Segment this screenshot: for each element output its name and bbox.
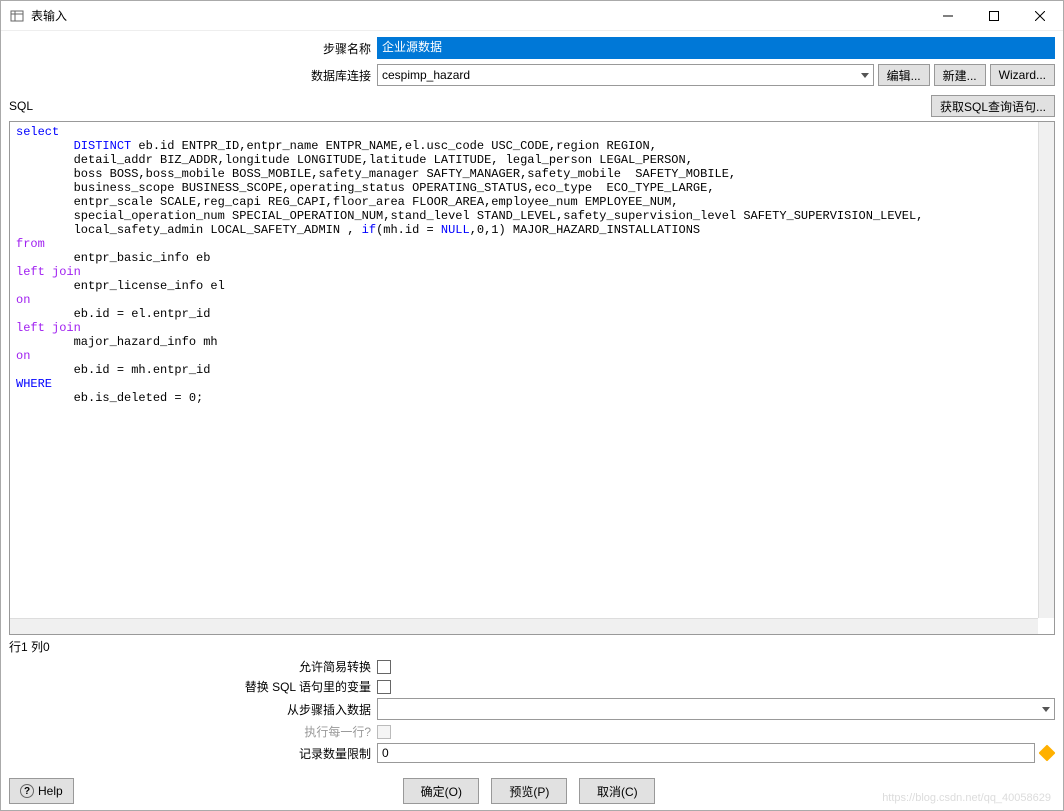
replace-vars-row: 替换 SQL 语句里的变量	[9, 678, 1055, 695]
db-connection-row: 数据库连接 cespimp_hazard 编辑... 新建... Wizard.…	[9, 64, 1055, 86]
sql-editor-wrap: select DISTINCT eb.id ENTPR_ID,entpr_nam…	[9, 121, 1055, 635]
cursor-position: 行1 列0	[9, 638, 1055, 655]
sql-editor[interactable]: select DISTINCT eb.id ENTPR_ID,entpr_nam…	[10, 122, 1054, 634]
edit-connection-button[interactable]: 编辑...	[878, 64, 930, 86]
step-name-label: 步骤名称	[9, 40, 377, 57]
dialog-window: 表输入 步骤名称 企业源数据 数据库连接 cespimp_haz	[0, 0, 1064, 811]
help-label: Help	[38, 784, 63, 798]
replace-vars-label: 替换 SQL 语句里的变量	[9, 678, 377, 695]
content-area: 步骤名称 企业源数据 数据库连接 cespimp_hazard 编辑... 新建…	[1, 31, 1063, 772]
close-button[interactable]	[1017, 1, 1063, 31]
db-connection-combo[interactable]: cespimp_hazard	[377, 64, 874, 86]
bottom-bar: ? Help 确定(O) 预览(P) 取消(C)	[1, 772, 1063, 810]
get-sql-button[interactable]: 获取SQL查询语句...	[931, 95, 1055, 117]
ok-button[interactable]: 确定(O)	[403, 778, 479, 804]
record-limit-label: 记录数量限制	[9, 745, 377, 762]
allow-lazy-label: 允许简易转换	[9, 658, 377, 675]
center-buttons: 确定(O) 预览(P) 取消(C)	[84, 778, 975, 804]
record-limit-input[interactable]	[377, 743, 1035, 763]
titlebar: 表输入	[1, 1, 1063, 31]
db-connection-value: cespimp_hazard	[382, 68, 470, 82]
exec-each-row-row: 执行每一行?	[9, 723, 1055, 740]
db-connection-input-wrap: cespimp_hazard 编辑... 新建... Wizard...	[377, 64, 1055, 86]
variable-picker-icon[interactable]	[1039, 745, 1056, 762]
replace-vars-checkbox[interactable]	[377, 680, 391, 694]
insert-from-step-combo[interactable]	[377, 698, 1055, 720]
exec-each-row-checkbox	[377, 725, 391, 739]
insert-from-step-row: 从步骤插入数据	[9, 698, 1055, 720]
sql-header-row: SQL 获取SQL查询语句...	[9, 95, 1055, 117]
insert-from-step-label: 从步骤插入数据	[9, 701, 377, 718]
allow-lazy-checkbox[interactable]	[377, 660, 391, 674]
maximize-button[interactable]	[971, 1, 1017, 31]
step-name-input-wrap: 企业源数据	[377, 37, 1055, 59]
sql-label: SQL	[9, 99, 931, 113]
window-controls	[925, 1, 1063, 31]
window-title: 表输入	[31, 7, 67, 24]
table-input-icon	[9, 8, 25, 24]
wizard-button[interactable]: Wizard...	[990, 64, 1055, 86]
help-icon: ?	[20, 784, 34, 798]
new-connection-button[interactable]: 新建...	[934, 64, 986, 86]
allow-lazy-row: 允许简易转换	[9, 658, 1055, 675]
vertical-scrollbar[interactable]	[1038, 122, 1054, 618]
minimize-button[interactable]	[925, 1, 971, 31]
horizontal-scrollbar[interactable]	[10, 618, 1038, 634]
exec-each-row-label: 执行每一行?	[9, 723, 377, 740]
step-name-input[interactable]: 企业源数据	[377, 37, 1055, 59]
cancel-button[interactable]: 取消(C)	[579, 778, 655, 804]
step-name-row: 步骤名称 企业源数据	[9, 37, 1055, 59]
help-button[interactable]: ? Help	[9, 778, 74, 804]
db-connection-label: 数据库连接	[9, 67, 377, 84]
record-limit-row: 记录数量限制	[9, 743, 1055, 763]
preview-button[interactable]: 预览(P)	[491, 778, 567, 804]
